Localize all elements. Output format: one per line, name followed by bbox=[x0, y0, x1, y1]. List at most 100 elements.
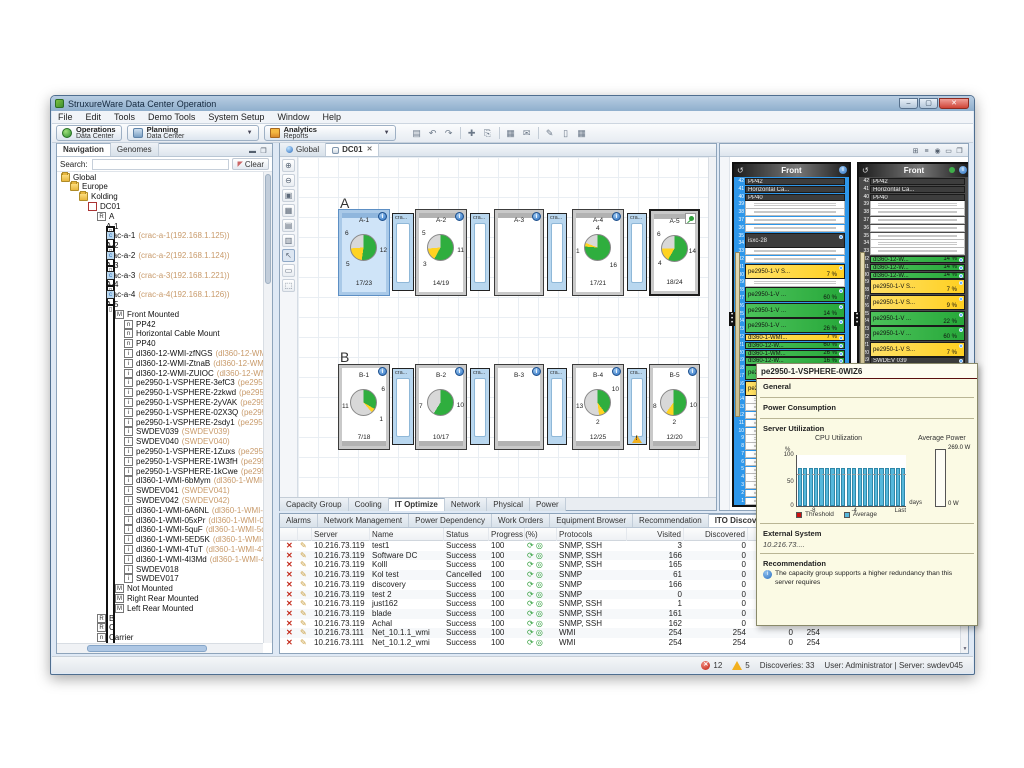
tree-item-dl360-12-wmi-ztnab[interactable]: idl360-12-WMI-ZtnaB(dl360-12-WMI-ZtnaB) bbox=[124, 358, 263, 368]
rack-unit[interactable]: isxc-28 bbox=[745, 233, 845, 248]
tree-item-a-5[interactable]: ▯A-5 bbox=[106, 299, 118, 309]
maximize-button[interactable]: ▢ bbox=[919, 98, 938, 109]
crac-unit[interactable]: cra... bbox=[627, 213, 647, 291]
info-icon[interactable]: i bbox=[688, 367, 697, 376]
tree-item-crac-a-4[interactable]: ccrac-a-4(crac-a-4(192.168.1.126)) bbox=[106, 290, 230, 300]
warning-count[interactable]: 5 bbox=[732, 661, 749, 670]
tab-navigation[interactable]: Navigation bbox=[57, 143, 111, 156]
tree-item-swdev018[interactable]: iSWDEV018 bbox=[124, 564, 179, 574]
search-input[interactable] bbox=[92, 159, 230, 170]
perspective-operations[interactable]: Operations Data Center bbox=[56, 125, 122, 141]
rack-unit[interactable]: dl360-12-W...60 % bbox=[745, 342, 845, 349]
info-icon[interactable]: i bbox=[532, 212, 541, 221]
delete-icon[interactable]: ✕ bbox=[284, 541, 298, 551]
chevron-down-icon[interactable]: ▼ bbox=[384, 130, 390, 136]
rack-unit[interactable]: PP40 bbox=[870, 194, 965, 201]
tab-equipment-browser[interactable]: Equipment Browser bbox=[550, 514, 633, 527]
rack-panel-icon-0[interactable]: ⊞ bbox=[910, 146, 921, 156]
run-stop-icons[interactable]: ⟳ ◎ bbox=[525, 619, 557, 629]
export-image-icon[interactable]: ▦ bbox=[504, 126, 518, 140]
run-stop-icons[interactable]: ⟳ ◎ bbox=[525, 628, 557, 638]
tree-item-dl360-1-wmi-5quf[interactable]: idl360-1-WMI-5quF(dl360-1-WMI-5quF) bbox=[124, 525, 263, 535]
floorplan-rack-b-3[interactable]: B-3i bbox=[494, 364, 544, 450]
edit-icon[interactable]: ✎ bbox=[298, 590, 312, 600]
tree-item-pe2950-1-vsphere-2sdy1[interactable]: ipe2950-1-VSPHERE-2sdy1(pe2950-1-VSPHERE… bbox=[124, 417, 263, 427]
edit-icon[interactable]: ✎ bbox=[543, 126, 557, 140]
rack-unit[interactable]: pe2950-1-V ...22 % bbox=[870, 311, 965, 326]
paste-icon[interactable]: ⎘ bbox=[481, 126, 495, 140]
run-stop-icons[interactable]: ⟳ ◎ bbox=[525, 590, 557, 600]
tree-item-dl360-12-wmi-zuioc[interactable]: idl360-12-WMI-ZUIOC(dl360-12-WMI-ZUIOC) bbox=[124, 368, 263, 378]
tree-item-dl360-12-wmi-zfngs[interactable]: idl360-12-WMI-zfNGS(dl360-12-WMI-zfNGS) bbox=[124, 348, 263, 358]
run-stop-icons[interactable]: ⟳ ◎ bbox=[525, 570, 557, 580]
save-icon[interactable]: ▤ bbox=[410, 126, 424, 140]
layer-tab-physical[interactable]: Physical bbox=[487, 498, 530, 511]
rack-unit[interactable]: PP42 bbox=[870, 178, 965, 185]
tree-item-swdev041[interactable]: iSWDEV041(SWDEV041) bbox=[124, 486, 230, 496]
perspective-planning[interactable]: Planning Data Center ▼ bbox=[127, 125, 259, 141]
tree-item-a-1[interactable]: ▯A-1 bbox=[106, 221, 118, 231]
mail-icon[interactable]: ✉ bbox=[520, 126, 534, 140]
column-header-Visited[interactable]: Visited bbox=[627, 528, 684, 541]
rack-unit[interactable]: pe2950-1-V ...60 % bbox=[745, 287, 845, 302]
rotate-icon[interactable]: ↺ bbox=[737, 164, 744, 177]
tree-item-crac-a-1[interactable]: ccrac-a-1(crac-a-1(192.168.1.125)) bbox=[106, 231, 230, 241]
tab-power-dependency[interactable]: Power Dependency bbox=[409, 514, 492, 527]
close-button[interactable]: ✕ bbox=[939, 98, 969, 109]
tree-item-dl360-1-wmi-4tut[interactable]: idl360-1-WMI-4TuT(dl360-1-WMI-4TuT) bbox=[124, 544, 263, 554]
edit-icon[interactable]: ✎ bbox=[298, 551, 312, 561]
info-icon[interactable]: i bbox=[839, 166, 847, 174]
chevron-down-icon[interactable]: ▼ bbox=[247, 130, 253, 136]
crac-unit[interactable]: cra... bbox=[547, 368, 567, 445]
tab-alarms[interactable]: Alarms bbox=[280, 514, 318, 527]
tree-item-pp40[interactable]: nPP40 bbox=[124, 339, 156, 349]
rack-unit[interactable]: pe2950-1-V S...7 % bbox=[870, 279, 965, 294]
rack-unit[interactable]: PP40 bbox=[745, 194, 845, 201]
tree-item-dl360-1-wmi-6a6nl[interactable]: idl360-1-WMI-6A6NL(dl360-1-WMI-6A6NL) bbox=[124, 505, 263, 515]
tree-item-pe2950-1-vsphere-2yvak[interactable]: ipe2950-1-VSPHERE-2yVAK(pe2950-1-VSPHERE… bbox=[124, 397, 263, 407]
delete-icon[interactable]: ✕ bbox=[284, 599, 298, 609]
run-stop-icons[interactable]: ⟳ ◎ bbox=[525, 580, 557, 590]
menu-help[interactable]: Help bbox=[322, 112, 341, 122]
menu-demo-tools[interactable]: Demo Tools bbox=[148, 112, 195, 122]
tab-dc01[interactable]: DC01✕ bbox=[326, 143, 379, 156]
crac-unit[interactable]: cra... bbox=[470, 368, 490, 445]
tab-recommendation[interactable]: Recommendation bbox=[633, 514, 709, 527]
edit-icon[interactable]: ✎ bbox=[298, 570, 312, 580]
delete-icon[interactable]: ✕ bbox=[284, 551, 298, 561]
table-row[interactable]: ✕✎10.216.73.111Net_10.1.2_wmiSuccess100⟳… bbox=[280, 638, 960, 648]
map-tool-4[interactable]: ▤ bbox=[282, 219, 295, 232]
tree-item-swdev040[interactable]: iSWDEV040(SWDEV040) bbox=[124, 437, 230, 447]
tab-genomes[interactable]: Genomes bbox=[111, 143, 159, 156]
map-tool-8[interactable]: ⬚ bbox=[282, 279, 295, 292]
map-tool-6[interactable]: ↖ bbox=[282, 249, 295, 262]
run-stop-icons[interactable]: ⟳ ◎ bbox=[525, 541, 557, 551]
run-stop-icons[interactable]: ⟳ ◎ bbox=[525, 560, 557, 570]
rotate-icon[interactable]: ↺ bbox=[862, 164, 869, 177]
close-tab-icon[interactable]: ✕ bbox=[367, 144, 373, 156]
info-icon[interactable]: i bbox=[612, 367, 621, 376]
menu-file[interactable]: File bbox=[58, 112, 73, 122]
column-header-Progress (%)[interactable]: Progress (%) bbox=[489, 528, 525, 541]
map-tool-7[interactable]: ▭ bbox=[282, 264, 295, 277]
column-header-Name[interactable]: Name bbox=[370, 528, 444, 541]
error-count[interactable]: ✕ 12 bbox=[701, 661, 722, 670]
edit-icon[interactable]: ✎ bbox=[298, 560, 312, 570]
minimize-button[interactable]: – bbox=[899, 98, 918, 109]
delete-icon[interactable]: ✕ bbox=[284, 580, 298, 590]
floorplan-rack-a-4[interactable]: A-4i411617/21 bbox=[572, 209, 624, 296]
column-header-icon[interactable] bbox=[525, 528, 557, 541]
clear-button[interactable]: ◤ Clear bbox=[232, 158, 269, 170]
rack-unit[interactable]: pe2950-1-V ...26 % bbox=[745, 318, 845, 333]
tree-item-global[interactable]: Global bbox=[61, 172, 96, 182]
crac-unit[interactable]: cra... bbox=[392, 368, 414, 445]
maximize-panel-icon[interactable]: ❐ bbox=[258, 146, 269, 156]
column-header-Protocols[interactable]: Protocols bbox=[557, 528, 627, 541]
menu-window[interactable]: Window bbox=[277, 112, 309, 122]
delete-icon[interactable]: ✕ bbox=[284, 570, 298, 580]
map-tool-2[interactable]: ▣ bbox=[282, 189, 295, 202]
rack-unit[interactable]: dl360-12-W...14 % bbox=[870, 272, 965, 279]
tree-item-b[interactable]: RB bbox=[97, 613, 114, 623]
layer-tab-cooling[interactable]: Cooling bbox=[349, 498, 389, 511]
tree-item-swdev042[interactable]: iSWDEV042(SWDEV042) bbox=[124, 495, 230, 505]
